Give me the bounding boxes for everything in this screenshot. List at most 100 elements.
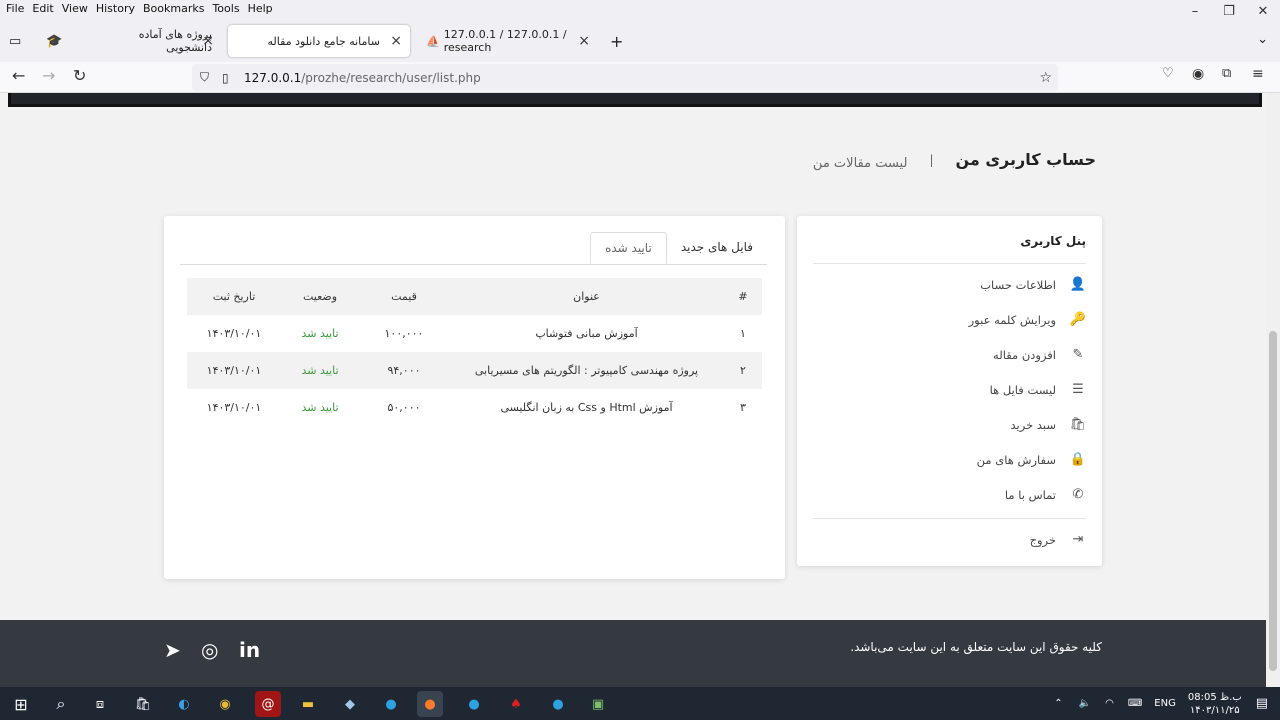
sidebar-item-change-password[interactable]: 🔑 ویرایش کلمه عبور xyxy=(969,312,1086,327)
bookmark-star-icon[interactable]: ☆ xyxy=(1039,70,1052,86)
close-tab-icon[interactable]: × xyxy=(390,33,402,49)
chevron-up-icon[interactable]: ⌃ xyxy=(1054,698,1062,709)
page-title: حساب کاربری من xyxy=(955,150,1097,169)
notification-icon[interactable]: ▤ xyxy=(1256,696,1268,711)
menu-history[interactable]: History xyxy=(96,2,135,15)
instagram-icon[interactable]: ◎ xyxy=(201,638,218,662)
tab-label: 127.0.0.1 / 127.0.0.1 / research xyxy=(443,28,567,54)
linkedin-icon[interactable]: in xyxy=(239,638,260,662)
cell-date: ۱۴۰۳/۱۰/۰۱ xyxy=(206,327,262,340)
col-number: # xyxy=(724,278,762,315)
reload-icon[interactable]: ↻ xyxy=(73,66,86,85)
volume-icon[interactable]: 🔈 xyxy=(1079,698,1091,709)
files-panel: فایل های جدید تایید شده # عنوان قیمت وضع… xyxy=(164,216,785,579)
tab-strip: ▭ 🎓 پروژه های آماده دانشجویی × سامانه جام… xyxy=(0,16,1280,62)
cell-title: پروژه مهندسی کامپیوتر : الگوریتم های مسی… xyxy=(449,352,724,389)
scrollbar-thumb[interactable] xyxy=(1269,331,1277,671)
close-tab-icon[interactable]: × xyxy=(202,33,214,49)
taskbar: ⊞ ⌕ ⧈ 🛍 ◐ ◉ @ ▬ ◆ ● ● ● ♠ ● ▣ ⌃ 🔈 ◠ ⌨ EN… xyxy=(0,687,1280,720)
breadcrumb: لیست مقالات من xyxy=(812,156,908,171)
mortarboard-icon[interactable]: 🎓 xyxy=(46,34,62,49)
sidebar-item-contact[interactable]: ✆ تماس با ما xyxy=(1005,487,1086,502)
page-scrollbar[interactable] xyxy=(1266,93,1280,687)
sidebar-item-cart[interactable]: 🛍 سبد خرید xyxy=(1011,417,1087,432)
pma-icon: ⛵ xyxy=(426,34,440,48)
telegram-taskbar-icon[interactable]: ● xyxy=(461,691,487,717)
sidebar-item-label: لیست فایل ها xyxy=(989,382,1056,397)
file-explorer-icon[interactable]: ▬ xyxy=(295,691,321,717)
col-status: وضعیت xyxy=(281,278,359,315)
account-header: حساب کاربری من | لیست مقالات من xyxy=(813,148,1096,171)
chevron-down-icon[interactable]: ⌄ xyxy=(1257,32,1268,47)
cell-title: آموزش Html و Css به زبان انگلیسی xyxy=(500,401,673,414)
logout-button[interactable]: ⇥ خروج xyxy=(1030,532,1086,547)
store-icon[interactable]: 🛍 xyxy=(130,691,156,717)
task-view-icon[interactable]: ⧈ xyxy=(87,691,113,717)
tab-projects[interactable]: پروژه های آماده دانشجویی × xyxy=(82,25,222,57)
page-icon: ▯ xyxy=(222,70,229,85)
user-icon: 👤 xyxy=(1069,277,1086,292)
menu-icon[interactable]: ≡ xyxy=(1252,66,1264,82)
menu-bookmarks[interactable]: Bookmarks xyxy=(143,2,204,15)
app-icon[interactable]: @ xyxy=(255,691,281,717)
menu-view[interactable]: View xyxy=(62,2,88,15)
new-tab-icon[interactable]: + xyxy=(610,32,623,51)
chrome-icon[interactable]: ◉ xyxy=(212,691,238,717)
tab-research[interactable]: سامانه جامع دانلود مقاله × xyxy=(228,25,410,57)
image-viewer-icon[interactable]: ▣ xyxy=(585,691,611,717)
files-table: # عنوان قیمت وضعیت تاریخ ثبت ۱ آموزش مبا… xyxy=(187,278,762,426)
shield-icon: ⛉ xyxy=(200,70,210,84)
telegram-icon[interactable]: ➤ xyxy=(164,638,181,662)
breadcrumb-separator: | xyxy=(929,152,934,167)
search-icon[interactable]: ⌕ xyxy=(48,691,74,717)
keyboard-icon[interactable]: ⌨ xyxy=(1128,698,1142,709)
windows-start-icon[interactable]: ⊞ xyxy=(8,691,34,717)
acrobat-icon[interactable]: ♠ xyxy=(503,691,529,717)
divider xyxy=(813,263,1086,264)
language-indicator[interactable]: ENG xyxy=(1154,698,1176,709)
tab-list-icon[interactable]: ▭ xyxy=(9,34,21,49)
forward-icon[interactable]: → xyxy=(42,66,55,85)
url-host: 127.0.0.1 xyxy=(244,70,302,85)
table-row: ۱ آموزش مبانی فتوشاپ ۱۰۰,۰۰۰ تایید شد ۱۴… xyxy=(187,315,762,352)
url-path: /prozhe/research/user/list.php xyxy=(301,70,481,85)
extensions-icon[interactable]: ⧉ xyxy=(1222,66,1231,81)
sidebar-item-label: سبد خرید xyxy=(1010,417,1057,432)
close-tab-icon[interactable]: × xyxy=(578,33,590,49)
menu-file[interactable]: File xyxy=(6,2,24,15)
sidebar-item-account-info[interactable]: 👤 اطلاعات حساب xyxy=(980,277,1086,292)
menu-edit[interactable]: Edit xyxy=(32,2,53,15)
divider xyxy=(180,264,767,265)
table-header: # عنوان قیمت وضعیت تاریخ ثبت xyxy=(187,278,762,315)
tab-new-files[interactable]: فایل های جدید xyxy=(667,232,767,264)
cell-price: ۵۰,۰۰۰ xyxy=(387,401,421,414)
user-panel: پنل کاربری 👤 اطلاعات حساب 🔑 ویرایش کلمه عب… xyxy=(797,216,1102,566)
wifi-icon[interactable]: ◠ xyxy=(1105,698,1114,709)
key-icon: 🔑 xyxy=(1069,312,1086,327)
clock[interactable]: 08:05 ب.ظ ۱۴۰۳/۱۱/۲۵ xyxy=(1188,691,1242,717)
account-icon[interactable]: ◉ xyxy=(1192,66,1204,82)
telegram-taskbar-icon[interactable]: ● xyxy=(545,691,571,717)
divider xyxy=(813,518,1086,519)
menu-help[interactable]: Help xyxy=(248,2,273,15)
sidebar-item-add-article[interactable]: ✎ افزودن مقاله xyxy=(993,347,1086,362)
sidebar-item-label: تماس با ما xyxy=(1004,487,1056,502)
firefox-icon[interactable]: ● xyxy=(417,691,443,717)
sidebar-item-file-list[interactable]: ☰ لیست فایل ها xyxy=(990,382,1086,397)
site-header-bar xyxy=(8,93,1262,107)
edge-icon[interactable]: ◐ xyxy=(171,691,197,717)
tab-phpmyadmin[interactable]: ⛵ 127.0.0.1 / 127.0.0.1 / research × xyxy=(416,25,598,57)
site-footer: کلیه حقوق این سایت متعلق به این سایت می‌… xyxy=(0,620,1266,687)
logout-icon: ⇥ xyxy=(1072,532,1084,547)
cell-number: ۳ xyxy=(740,401,746,414)
table-row: ۳ آموزش Html و Css به زبان انگلیسی ۵۰,۰۰… xyxy=(187,389,762,426)
url-bar[interactable]: ⛉ ▯ 127.0.0.1/prozhe/research/user/list.… xyxy=(192,64,1058,91)
telegram-taskbar-icon[interactable]: ● xyxy=(378,691,404,717)
tab-approved[interactable]: تایید شده xyxy=(590,232,667,264)
sidebar-item-orders[interactable]: 🔒 سفارش های من xyxy=(977,452,1086,467)
tab-label: پروژه های آماده دانشجویی xyxy=(138,28,212,54)
notes-icon[interactable]: ◆ xyxy=(337,691,363,717)
menu-tools[interactable]: Tools xyxy=(212,2,239,15)
back-icon[interactable]: ← xyxy=(12,66,25,85)
pocket-icon[interactable]: ♡ xyxy=(1162,66,1174,81)
